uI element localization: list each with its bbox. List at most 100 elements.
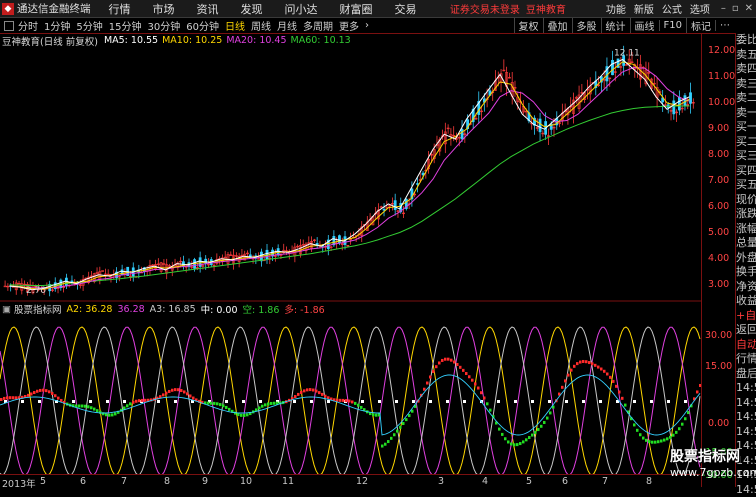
period-15min[interactable]: 15分钟 [109, 18, 142, 33]
signal-block [192, 397, 195, 400]
signal-block [441, 359, 444, 362]
ma-legend: 豆神教育(日线 前复权) MA5: 10.55 MA10: 10.25 MA20… [0, 34, 351, 47]
signal-block [165, 392, 168, 395]
signal-block [315, 390, 318, 393]
zero-dot [667, 400, 670, 403]
signal-block [45, 389, 48, 392]
ma20-value: MA20: 10.45 [226, 35, 286, 46]
menu-gongshi[interactable]: 公式 [662, 1, 682, 16]
watermark-url: www.7gpzb.com [670, 466, 756, 479]
signal-block [222, 404, 225, 407]
period-fenshi[interactable]: 分时 [18, 18, 38, 33]
signal-block [591, 362, 594, 365]
period-more[interactable]: 更多 [339, 18, 359, 33]
signal-block [687, 411, 690, 414]
menu-gongneng[interactable]: 功能 [606, 1, 626, 16]
signal-block [384, 443, 387, 446]
period-monthly[interactable]: 月线 [277, 18, 297, 33]
signal-block [528, 436, 531, 439]
add-watchlist-button[interactable]: +自选 [736, 309, 756, 324]
tool-diejia[interactable]: 叠加 [543, 18, 572, 33]
zero-dot [310, 400, 313, 403]
date-tick: 11 [282, 476, 294, 487]
signal-block [138, 399, 141, 402]
back-button[interactable]: 返回 [736, 323, 756, 338]
minimize-icon[interactable]: – [721, 3, 726, 14]
price-tick: 12.00 [708, 45, 735, 56]
period-multi[interactable]: 多周期 [303, 18, 333, 33]
menu-faxian[interactable]: 发现 [241, 1, 263, 17]
signal-block [81, 405, 84, 408]
chevron-right-icon[interactable]: › [365, 20, 369, 31]
signal-block [576, 362, 579, 365]
signal-block [624, 404, 627, 407]
indicator-kong: 空: 1.86 [243, 302, 280, 316]
maximize-icon[interactable]: ▫ [732, 3, 739, 14]
panel-tab[interactable]: 自动 [736, 338, 756, 353]
signal-block [399, 426, 402, 429]
signal-block [543, 421, 546, 424]
menu-xinban[interactable]: 新版 [634, 1, 654, 16]
signal-block [342, 399, 345, 402]
trade-time: 14:50 [736, 483, 756, 497]
login-notice[interactable]: 证券交易未登录 [450, 1, 520, 16]
signal-block [447, 358, 450, 361]
zero-dot [378, 400, 381, 403]
menu-xuanxiang[interactable]: 选项 [690, 1, 710, 16]
signal-block [633, 423, 636, 426]
period-30min[interactable]: 30分钟 [147, 18, 180, 33]
period-1min[interactable]: 1分钟 [44, 18, 70, 33]
trade-time: 14:50 [736, 410, 756, 425]
period-5min[interactable]: 5分钟 [76, 18, 102, 33]
close-icon[interactable]: ✕ [745, 3, 753, 14]
period-weekly[interactable]: 周线 [251, 18, 271, 33]
signal-block [213, 402, 216, 405]
indicator-menu-icon[interactable]: ▣ [2, 304, 11, 315]
signal-block [345, 399, 348, 402]
date-tick: 12 [356, 476, 368, 487]
menu-shichang[interactable]: 市场 [153, 1, 175, 17]
signal-block [228, 408, 231, 411]
quote-field-label: 外盘 [736, 251, 756, 266]
signal-block [522, 440, 525, 443]
ellipsis-icon[interactable]: ⋯ [715, 20, 734, 31]
zero-dot [650, 400, 653, 403]
menu-zixun[interactable]: 资讯 [197, 1, 219, 17]
candle [383, 209, 385, 210]
signal-block [672, 434, 675, 437]
period-daily[interactable]: 日线 [225, 18, 245, 33]
tool-tongji[interactable]: 统计 [601, 18, 630, 33]
signal-block [171, 389, 174, 392]
menu-hangqing[interactable]: 行情 [109, 1, 131, 17]
tool-f10[interactable]: F10 [659, 20, 686, 31]
panel-tab[interactable]: 行情 [736, 352, 756, 367]
signal-block [510, 442, 513, 445]
signal-block [657, 440, 660, 443]
signal-block [360, 406, 363, 409]
tool-biaoji[interactable]: 标记 [686, 18, 715, 33]
signal-block [219, 403, 222, 406]
period-60min[interactable]: 60分钟 [186, 18, 219, 33]
signal-block [474, 382, 477, 385]
signal-block [546, 417, 549, 420]
tool-duogu[interactable]: 多股 [572, 18, 601, 33]
zero-dot [599, 400, 602, 403]
panel-tab[interactable]: 盘后 [736, 367, 756, 382]
indicator-v2: 36.28 [117, 304, 144, 315]
signal-block [600, 368, 603, 371]
tool-fuquan[interactable]: 复权 [514, 18, 543, 33]
signal-block [0, 398, 3, 401]
signal-block [390, 437, 393, 440]
candle [338, 236, 340, 244]
indicator-name[interactable]: 股票指标网 [14, 302, 62, 316]
price-tick: 3.00 [708, 279, 729, 290]
date-tick: 8 [164, 476, 170, 487]
layout-toggle-icon[interactable] [4, 21, 14, 31]
menu-caifuquan[interactable]: 财富圈 [340, 1, 373, 17]
price-chart[interactable]: 12.112.70 [0, 34, 701, 474]
signal-block [423, 388, 426, 391]
signal-block [210, 402, 213, 405]
menu-wenxiaoda[interactable]: 问小达 [285, 1, 318, 17]
tool-huaxian[interactable]: 画线 [630, 18, 659, 33]
menu-jiaoyi[interactable]: 交易 [395, 1, 417, 17]
